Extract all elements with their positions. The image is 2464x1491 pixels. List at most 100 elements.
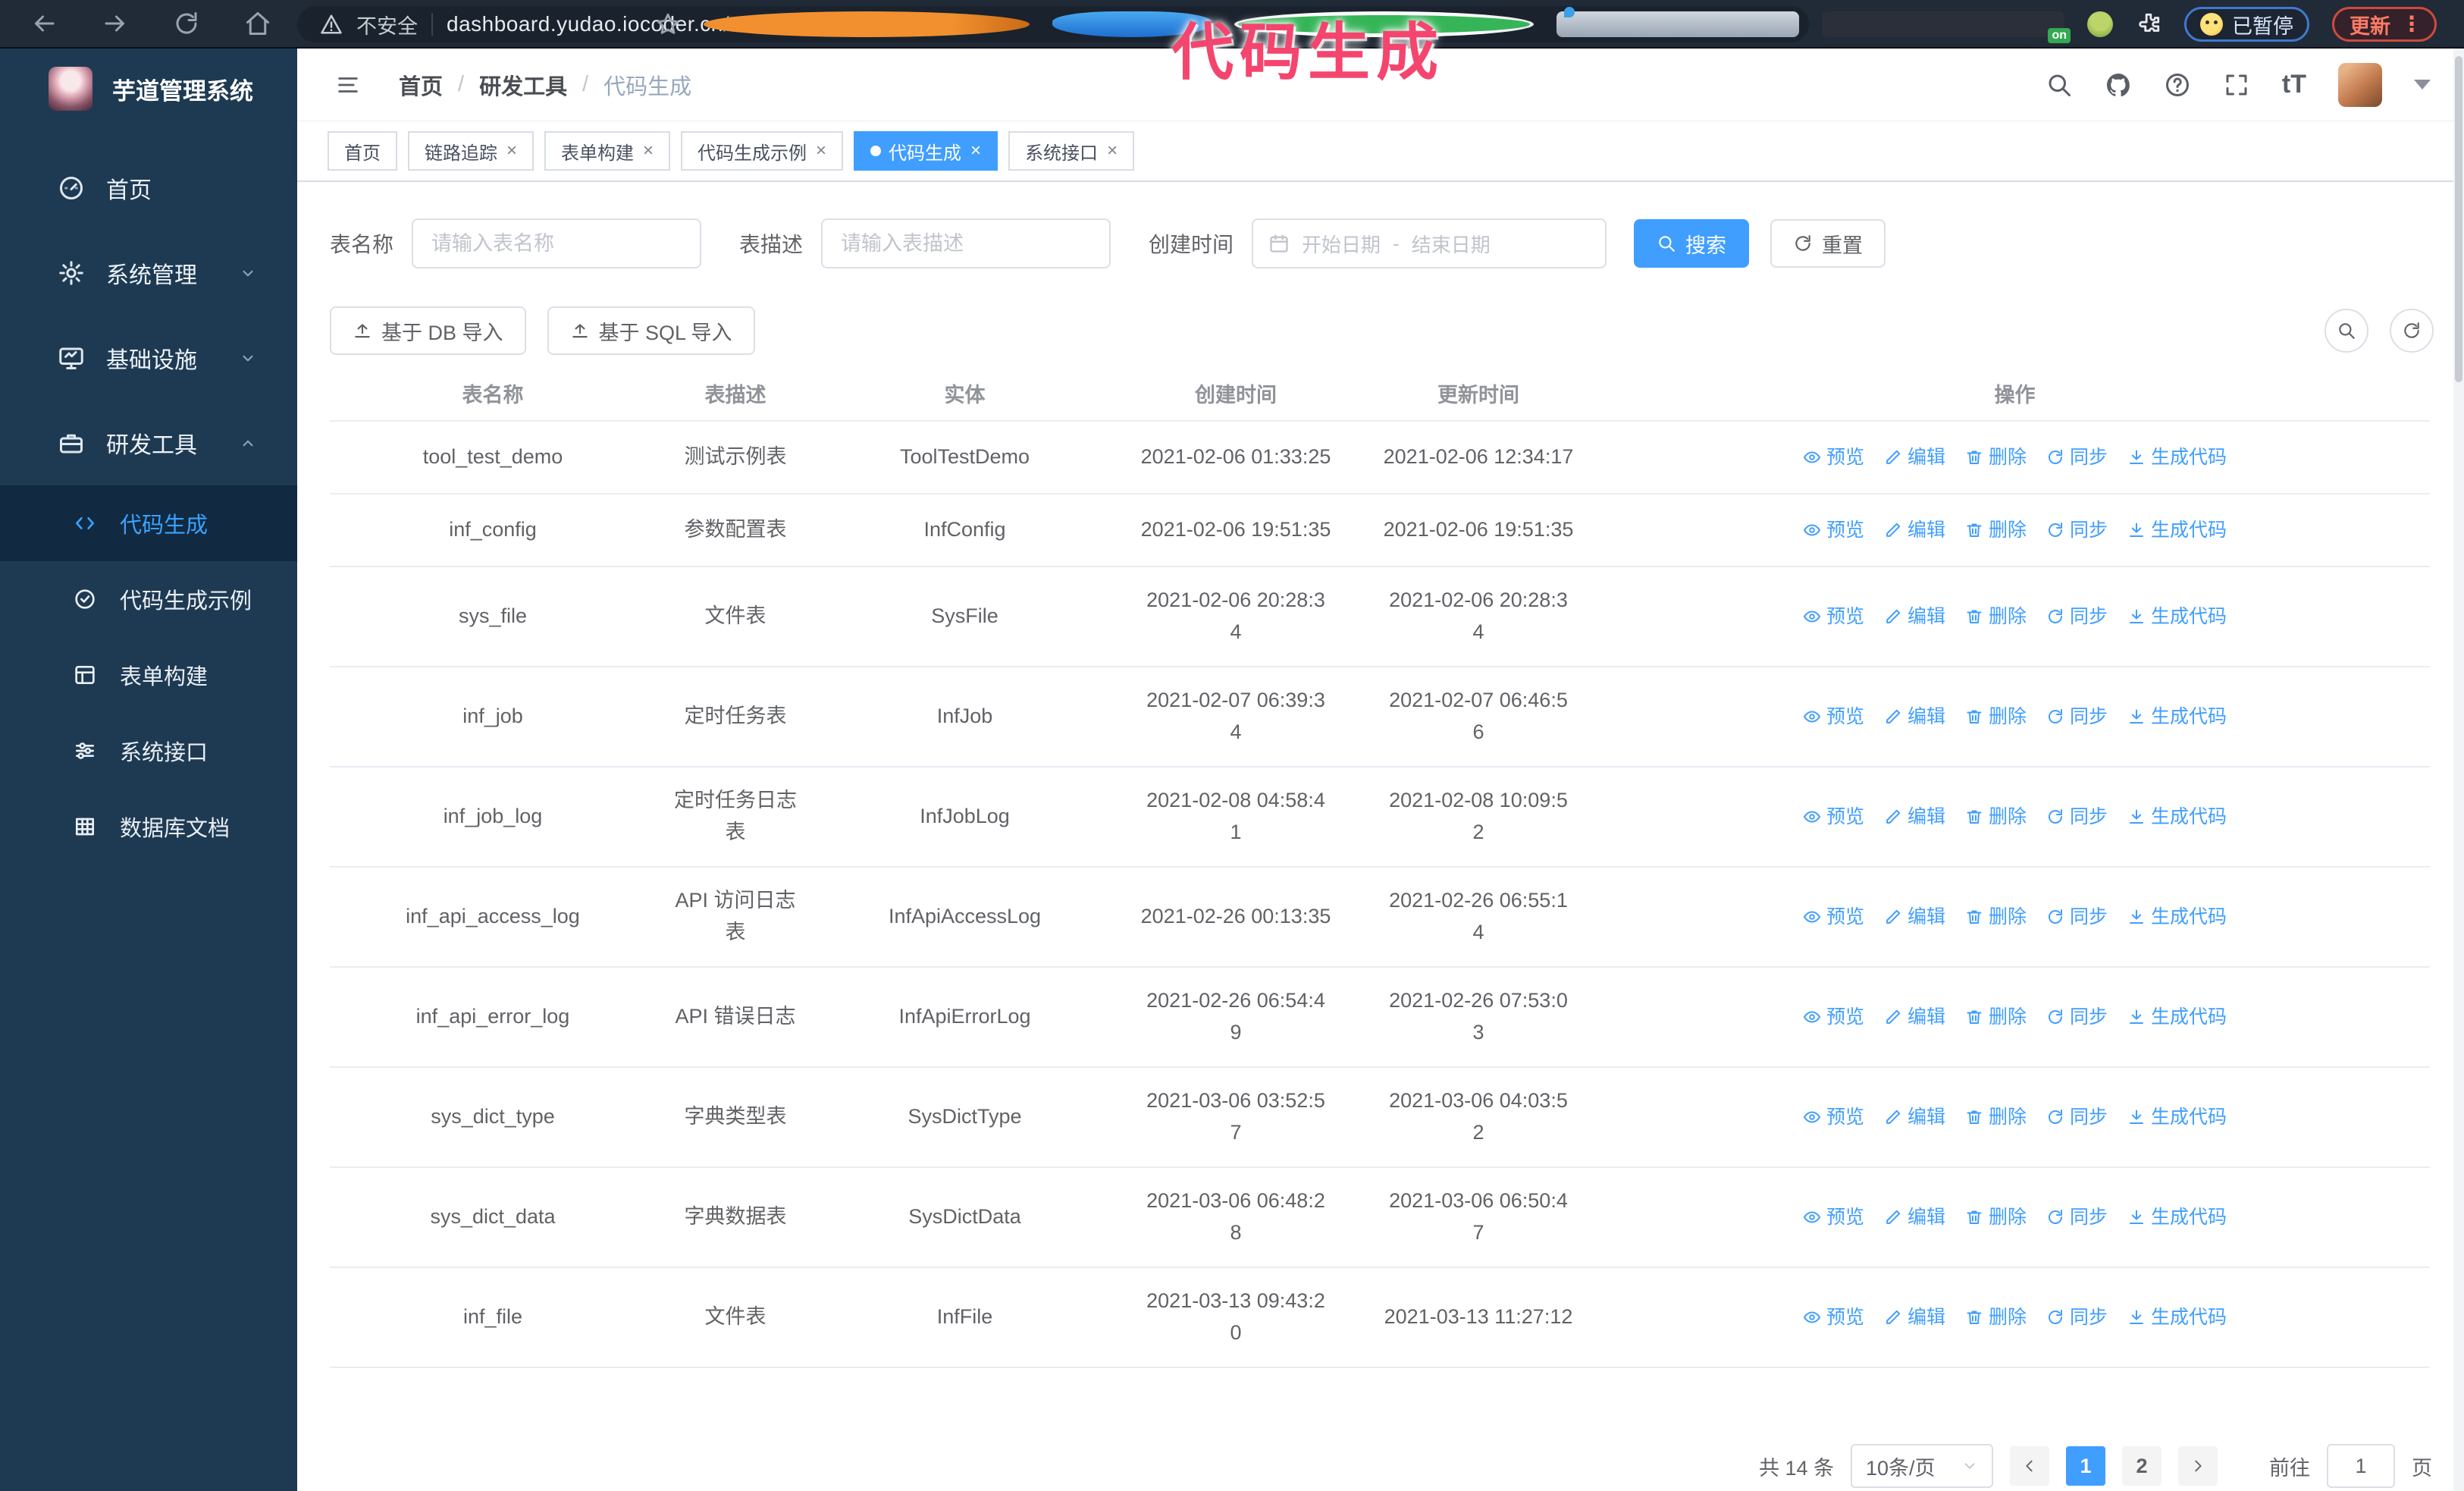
sidebar-subitem[interactable]: 表单构建 xyxy=(0,637,297,713)
import-sql-button[interactable]: 基于 SQL 导入 xyxy=(547,306,755,355)
page-scrollbar[interactable] xyxy=(2453,49,2464,1491)
close-tab-icon[interactable]: × xyxy=(506,140,517,162)
action-sync-link[interactable]: 同步 xyxy=(2046,1203,2108,1232)
forward-icon[interactable] xyxy=(102,10,129,37)
tab[interactable]: 代码生成 × xyxy=(854,131,998,171)
prev-page-button[interactable] xyxy=(2010,1446,2049,1486)
action-pen-link[interactable]: 编辑 xyxy=(1884,1003,1945,1032)
action-trash-link[interactable]: 删除 xyxy=(1965,1003,2027,1032)
action-sync-link[interactable]: 同步 xyxy=(2046,702,2108,732)
action-eye-link[interactable]: 预览 xyxy=(1803,443,1864,472)
action-download-link[interactable]: 生成代码 xyxy=(2127,602,2227,632)
extension-icon[interactable] xyxy=(2087,11,2113,37)
tab[interactable]: 链路追踪 × xyxy=(408,131,534,171)
action-sync-link[interactable]: 同步 xyxy=(2046,802,2108,832)
tab[interactable]: 首页 xyxy=(328,131,397,171)
action-pen-link[interactable]: 编辑 xyxy=(1884,902,1945,932)
hamburger-icon[interactable] xyxy=(334,72,362,98)
action-trash-link[interactable]: 删除 xyxy=(1965,902,2027,932)
github-icon[interactable] xyxy=(2105,71,2132,99)
action-sync-link[interactable]: 同步 xyxy=(2046,902,2108,932)
bookmark-star-icon[interactable] xyxy=(655,11,681,37)
profile-paused-badge[interactable]: 已暂停 xyxy=(2184,7,2309,42)
search-icon[interactable] xyxy=(2045,71,2073,99)
page-size-select[interactable]: 10条/页 xyxy=(1851,1444,1993,1488)
action-pen-link[interactable]: 编辑 xyxy=(1884,516,1945,545)
action-eye-link[interactable]: 预览 xyxy=(1803,902,1864,932)
action-eye-link[interactable]: 预览 xyxy=(1803,602,1864,632)
home-icon[interactable] xyxy=(244,10,271,37)
date-start-placeholder[interactable]: 开始日期 xyxy=(1302,230,1381,258)
action-sync-link[interactable]: 同步 xyxy=(2046,1303,2108,1332)
action-pen-link[interactable]: 编辑 xyxy=(1884,1103,1945,1132)
security-label[interactable]: 不安全 xyxy=(356,10,418,39)
action-download-link[interactable]: 生成代码 xyxy=(2127,1203,2227,1232)
close-tab-icon[interactable]: × xyxy=(970,140,981,162)
action-trash-link[interactable]: 删除 xyxy=(1965,1303,2027,1332)
table-desc-input[interactable] xyxy=(821,218,1111,268)
action-eye-link[interactable]: 预览 xyxy=(1803,802,1864,832)
extension-icon[interactable] xyxy=(1234,11,1534,37)
action-sync-link[interactable]: 同步 xyxy=(2046,1003,2108,1032)
next-page-button[interactable] xyxy=(2178,1446,2218,1486)
browser-menu-icon[interactable]: ⋮ xyxy=(2401,14,2422,35)
action-download-link[interactable]: 生成代码 xyxy=(2127,1303,2227,1332)
action-pen-link[interactable]: 编辑 xyxy=(1884,1303,1945,1332)
sidebar-subitem[interactable]: 代码生成示例 xyxy=(0,561,297,637)
search-button[interactable]: 搜索 xyxy=(1634,219,1750,268)
date-range-picker[interactable]: 开始日期 - 结束日期 xyxy=(1252,218,1607,268)
action-pen-link[interactable]: 编辑 xyxy=(1884,702,1945,732)
action-sync-link[interactable]: 同步 xyxy=(2046,443,2108,472)
logo-row[interactable]: 芋道管理系统 xyxy=(0,49,297,126)
back-icon[interactable] xyxy=(30,10,58,37)
action-sync-link[interactable]: 同步 xyxy=(2046,602,2108,632)
breadcrumb-item[interactable]: 研发工具 xyxy=(479,69,567,101)
action-pen-link[interactable]: 编辑 xyxy=(1884,443,1945,472)
action-trash-link[interactable]: 删除 xyxy=(1965,1103,2027,1132)
action-download-link[interactable]: 生成代码 xyxy=(2127,516,2227,545)
action-pen-link[interactable]: 编辑 xyxy=(1884,602,1945,632)
toggle-search-button[interactable] xyxy=(2324,309,2368,353)
close-tab-icon[interactable]: × xyxy=(643,140,654,162)
action-trash-link[interactable]: 删除 xyxy=(1965,702,2027,732)
tab[interactable]: 代码生成示例 × xyxy=(681,131,844,171)
sidebar-subitem[interactable]: 系统接口 xyxy=(0,713,297,789)
page-button[interactable]: 2 xyxy=(2122,1446,2161,1486)
chevron-down-icon[interactable] xyxy=(2414,80,2431,89)
browser-update-button[interactable]: 更新 ⋮ xyxy=(2332,7,2437,42)
goto-page-input[interactable] xyxy=(2327,1444,2395,1488)
breadcrumb-item[interactable]: 首页 xyxy=(399,69,443,101)
sidebar-item[interactable]: 首页 xyxy=(0,146,297,231)
user-avatar[interactable] xyxy=(2338,62,2382,107)
page-button[interactable]: 1 xyxy=(2066,1446,2105,1486)
extension-icon[interactable] xyxy=(1556,7,1799,37)
table-name-input[interactable] xyxy=(412,218,702,268)
action-trash-link[interactable]: 删除 xyxy=(1965,443,2027,472)
tab[interactable]: 系统接口 × xyxy=(1008,131,1135,171)
action-download-link[interactable]: 生成代码 xyxy=(2127,1003,2227,1032)
sidebar-subitem[interactable]: 数据库文档 xyxy=(0,789,297,865)
sidebar-subitem[interactable]: 代码生成 xyxy=(0,485,297,561)
date-end-placeholder[interactable]: 结束日期 xyxy=(1412,230,1491,258)
action-trash-link[interactable]: 删除 xyxy=(1965,516,2027,545)
reset-button[interactable]: 重置 xyxy=(1770,219,1886,268)
action-eye-link[interactable]: 预览 xyxy=(1803,1003,1864,1032)
sidebar-item[interactable]: 研发工具 xyxy=(0,400,297,485)
sidebar-item[interactable]: 系统管理 xyxy=(0,231,297,315)
action-trash-link[interactable]: 删除 xyxy=(1965,802,2027,832)
action-download-link[interactable]: 生成代码 xyxy=(2127,702,2227,732)
action-eye-link[interactable]: 预览 xyxy=(1803,516,1864,545)
action-download-link[interactable]: 生成代码 xyxy=(2127,443,2227,472)
import-db-button[interactable]: 基于 DB 导入 xyxy=(330,306,526,355)
action-trash-link[interactable]: 删除 xyxy=(1965,1203,2027,1232)
action-pen-link[interactable]: 编辑 xyxy=(1884,802,1945,832)
action-eye-link[interactable]: 预览 xyxy=(1803,1103,1864,1132)
extensions-puzzle-icon[interactable] xyxy=(2136,11,2161,37)
tab[interactable]: 表单构建 × xyxy=(544,131,671,171)
scrollbar-thumb[interactable] xyxy=(2455,56,2462,382)
action-eye-link[interactable]: 预览 xyxy=(1803,702,1864,732)
help-icon[interactable] xyxy=(2164,71,2191,99)
font-size-icon[interactable]: tT xyxy=(2282,70,2306,99)
fullscreen-icon[interactable] xyxy=(2223,71,2250,99)
action-download-link[interactable]: 生成代码 xyxy=(2127,1103,2227,1132)
